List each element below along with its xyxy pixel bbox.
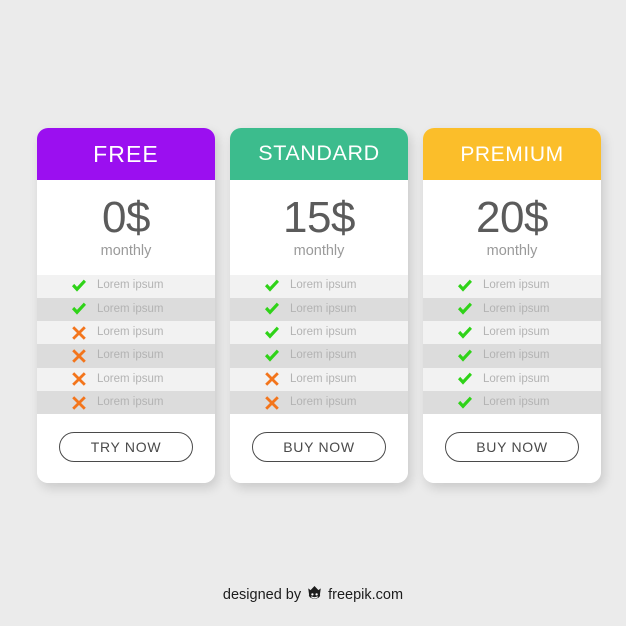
cta-wrap-free: TRY NOW [37,414,215,484]
feature-label: Lorem ipsum [290,279,357,292]
pricing-card-free: FREE 0$ monthly Lorem ipsum Lorem ipsum Lo… [37,128,215,484]
price-period-premium: monthly [486,243,538,259]
cta-wrap-premium: BUY NOW [423,414,601,484]
feature-row: Lorem ipsum [37,367,215,391]
footer-credit-text: designed by [222,586,302,603]
cross-icon [263,370,281,388]
plan-title-free: FREE [93,140,159,167]
feature-row: Lorem ipsum [230,344,408,368]
price-amount-standard: 15$ [283,193,355,242]
feature-label: Lorem ipsum [290,302,357,315]
check-icon [456,277,474,295]
feature-row: Lorem ipsum [230,367,408,391]
freepik-crown-logo-icon [306,585,323,605]
card-header-premium: PREMIUM [423,128,601,180]
feature-row: Lorem ipsum [37,390,215,415]
feature-row: Lorem ipsum [423,344,601,368]
price-period-standard: monthly [293,243,345,259]
cross-icon [70,347,88,365]
feature-label: Lorem ipsum [483,372,550,385]
feature-row: Lorem ipsum [37,274,215,298]
feature-label: Lorem ipsum [97,395,164,408]
check-icon [263,300,281,318]
feature-row: Lorem ipsum [230,321,408,345]
price-block-standard: 15$ monthly [230,180,408,275]
check-icon [456,394,474,412]
price-amount-free: 0$ [102,193,150,242]
cta-button-free[interactable]: TRY NOW [59,432,193,463]
feature-row: Lorem ipsum [423,390,601,415]
price-period-free: monthly [100,243,152,259]
check-icon [263,277,281,295]
pricing-card-standard: STANDARD 15$ monthly Lorem ipsum Lorem ip… [230,128,408,484]
feature-label: Lorem ipsum [290,325,357,338]
check-icon [456,347,474,365]
plan-title-standard: STANDARD [258,141,380,166]
feature-label: Lorem ipsum [290,395,357,408]
footer-brand-text: freepik.com [328,586,404,603]
cta-button-premium[interactable]: BUY NOW [445,432,579,463]
feature-label: Lorem ipsum [97,302,164,315]
check-icon [263,324,281,342]
price-amount-premium: 20$ [476,193,548,242]
feature-label: Lorem ipsum [290,372,357,385]
feature-list-premium: Lorem ipsum Lorem ipsum Lorem ipsum Lorem i… [423,274,601,415]
check-icon [70,277,88,295]
feature-row: Lorem ipsum [37,297,215,322]
feature-label: Lorem ipsum [97,279,164,292]
cross-icon [70,394,88,412]
cta-wrap-standard: BUY NOW [230,414,408,484]
feature-label: Lorem ipsum [483,349,550,362]
feature-list-standard: Lorem ipsum Lorem ipsum Lorem ipsum Lorem i… [230,274,408,415]
feature-row: Lorem ipsum [423,321,601,345]
feature-row: Lorem ipsum [37,321,215,345]
footer-credit: designed by freepik.com [0,585,626,605]
feature-label: Lorem ipsum [97,372,164,385]
check-icon [456,300,474,318]
feature-list-free: Lorem ipsum Lorem ipsum Lorem ipsum Lorem i… [37,274,215,415]
feature-label: Lorem ipsum [483,279,550,292]
feature-label: Lorem ipsum [483,302,550,315]
check-icon [263,347,281,365]
cross-icon [70,370,88,388]
card-header-standard: STANDARD [230,128,408,180]
pricing-table-stage: FREE 0$ monthly Lorem ipsum Lorem ipsum Lo… [0,0,626,626]
feature-row: Lorem ipsum [230,390,408,415]
check-icon [456,370,474,388]
feature-row: Lorem ipsum [423,367,601,391]
feature-label: Lorem ipsum [483,395,550,408]
card-header-free: FREE [37,128,215,180]
price-block-free: 0$ monthly [37,180,215,275]
price-block-premium: 20$ monthly [423,180,601,275]
pricing-card-premium: PREMIUM 20$ monthly Lorem ipsum Lorem ips… [423,128,601,484]
cross-icon [70,324,88,342]
feature-row: Lorem ipsum [423,274,601,298]
check-icon [70,300,88,318]
cta-button-standard[interactable]: BUY NOW [252,432,386,463]
feature-row: Lorem ipsum [37,344,215,368]
cross-icon [263,394,281,412]
plan-title-premium: PREMIUM [460,142,564,166]
feature-label: Lorem ipsum [483,325,550,338]
feature-row: Lorem ipsum [230,297,408,322]
feature-label: Lorem ipsum [97,325,164,338]
feature-label: Lorem ipsum [97,349,164,362]
feature-row: Lorem ipsum [230,274,408,298]
feature-row: Lorem ipsum [423,297,601,322]
feature-label: Lorem ipsum [290,349,357,362]
check-icon [456,324,474,342]
